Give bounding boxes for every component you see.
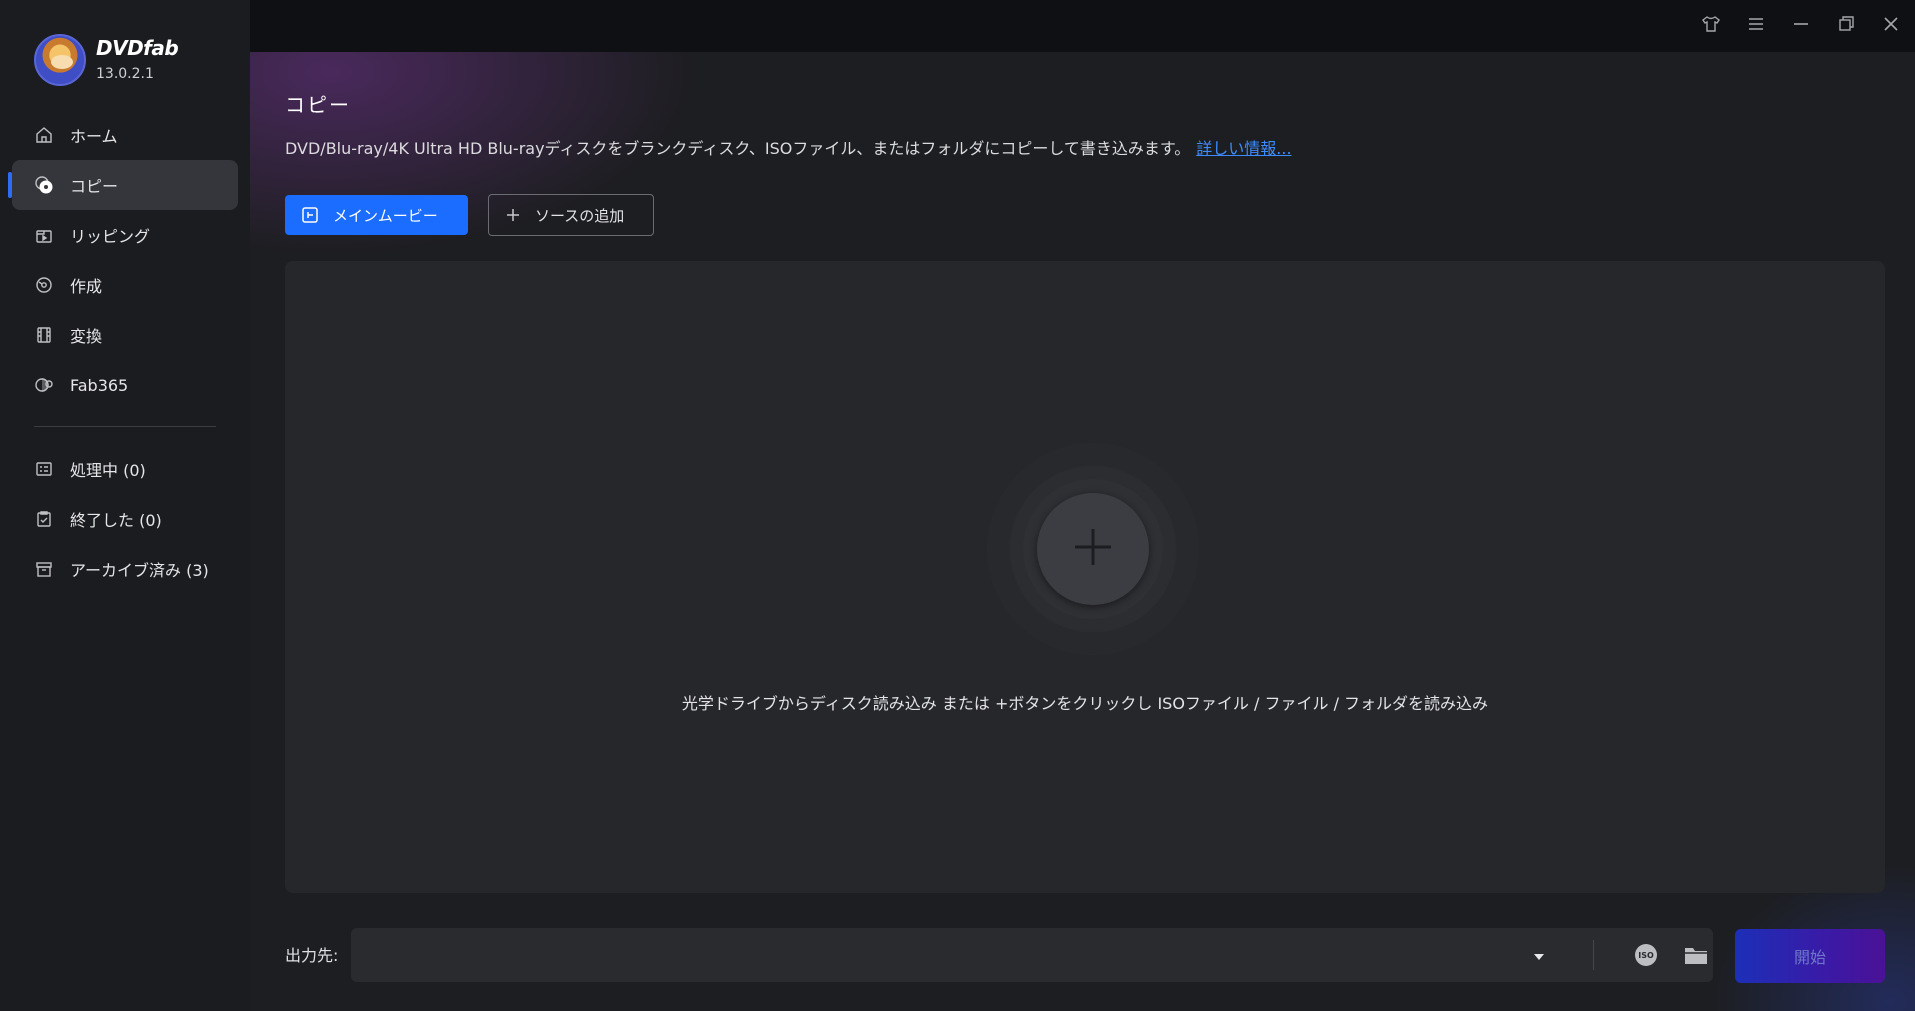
- output-destination-field[interactable]: ISO: [351, 928, 1713, 982]
- restore-icon: [1837, 15, 1855, 37]
- copy-disc-icon: [34, 175, 54, 195]
- drop-hint-text: 光学ドライブからディスク読み込み または +ボタンをクリックし ISOファイル …: [681, 694, 1489, 713]
- sidebar-item-label: 終了した (0): [70, 511, 162, 530]
- archive-icon: [34, 559, 54, 579]
- caret-down-icon: [1532, 947, 1546, 966]
- sidebar-item-finished[interactable]: 終了した (0): [12, 494, 238, 544]
- sidebar-item-home[interactable]: ホーム: [12, 110, 238, 160]
- plus-icon: [505, 207, 521, 223]
- sidebar-item-fab365[interactable]: Fab365: [12, 360, 238, 410]
- creator-icon: [34, 275, 54, 295]
- sidebar-item-label: リッピング: [70, 227, 151, 246]
- output-label: 出力先:: [285, 946, 339, 965]
- sidebar-item-copy[interactable]: コピー: [8, 160, 238, 210]
- sidebar-item-creator[interactable]: 作成: [12, 260, 238, 310]
- page-description: DVD/Blu-ray/4K Ultra HD Blu-rayディスクをブランク…: [285, 135, 1292, 159]
- sidebar-item-processing[interactable]: 処理中 (0): [12, 444, 238, 494]
- large-plus-icon: [1071, 525, 1115, 573]
- sidebar-divider: [34, 426, 216, 427]
- sidebar-item-converter[interactable]: 変換: [12, 310, 238, 360]
- minimize-icon: [1792, 16, 1810, 36]
- sidebar-item-ripper[interactable]: リッピング: [12, 210, 238, 260]
- shirt-skin-icon: [1701, 15, 1721, 37]
- menu-button[interactable]: [1742, 12, 1770, 40]
- output-dropdown-button[interactable]: [1529, 948, 1549, 964]
- dvdfab-logo: [34, 34, 86, 86]
- sidebar-item-label: ホーム: [70, 127, 118, 146]
- folder-output-button[interactable]: [1683, 943, 1709, 967]
- start-button[interactable]: 開始: [1735, 929, 1885, 983]
- add-source-circle: [987, 443, 1199, 655]
- sidebar-item-label: 処理中 (0): [70, 461, 146, 480]
- description-text: DVD/Blu-ray/4K Ultra HD Blu-rayディスクをブランク…: [285, 139, 1191, 158]
- close-button[interactable]: [1877, 12, 1905, 40]
- ripper-icon: [34, 225, 54, 245]
- add-source-label: ソースの追加: [535, 206, 625, 225]
- clipboard-check-icon: [34, 509, 54, 529]
- home-icon: [34, 125, 54, 145]
- iso-output-button[interactable]: ISO: [1634, 943, 1658, 967]
- app-version: 13.0.2.1: [96, 66, 154, 82]
- brand: DVDfab 13.0.2.1: [34, 34, 234, 86]
- output-separator: [1593, 940, 1594, 970]
- main-movie-mode-button[interactable]: メインムービー: [285, 195, 468, 235]
- folder-icon: [1683, 948, 1709, 971]
- skin-button[interactable]: [1697, 12, 1725, 40]
- close-icon: [1883, 16, 1899, 36]
- more-info-link[interactable]: 詳しい情報...: [1196, 139, 1291, 158]
- page-title: コピー: [285, 93, 351, 117]
- sidebar-item-label: 変換: [70, 327, 103, 346]
- sidebar: DVDfab 13.0.2.1 ホーム コピー リッピング 作成 変換 Fab3…: [0, 0, 250, 1011]
- queue-nav: 処理中 (0) 終了した (0) アーカイブ済み (3): [12, 444, 238, 594]
- add-source-ring: [1023, 479, 1163, 619]
- main-nav: ホーム コピー リッピング 作成 変換 Fab365: [8, 110, 238, 410]
- add-source-button[interactable]: ソースの追加: [488, 194, 654, 236]
- menu-icon: [1747, 16, 1765, 36]
- main-panel: コピー DVD/Blu-ray/4K Ultra HD Blu-rayディスクを…: [250, 52, 1915, 1011]
- sidebar-item-label: コピー: [70, 177, 119, 196]
- window-controls: [1697, 12, 1905, 40]
- iso-icon: ISO: [1634, 944, 1658, 971]
- svg-text:ISO: ISO: [1638, 951, 1654, 960]
- sidebar-item-label: アーカイブ済み (3): [70, 561, 209, 580]
- minimize-button[interactable]: [1787, 12, 1815, 40]
- add-source-plus-button[interactable]: [1037, 493, 1149, 605]
- source-drop-zone[interactable]: 光学ドライブからディスク読み込み または +ボタンをクリックし ISOファイル …: [285, 261, 1885, 893]
- mode-switch-icon: [301, 206, 319, 224]
- sidebar-item-label: Fab365: [70, 375, 129, 395]
- fab365-icon: [34, 375, 54, 395]
- app-name: DVDfab: [96, 36, 179, 60]
- task-list-icon: [34, 459, 54, 479]
- film-icon: [34, 325, 54, 345]
- sidebar-item-label: 作成: [70, 277, 103, 296]
- titlebar: [250, 0, 1915, 52]
- restore-button[interactable]: [1832, 12, 1860, 40]
- sidebar-item-archived[interactable]: アーカイブ済み (3): [12, 544, 238, 594]
- mode-button-label: メインムービー: [333, 206, 438, 225]
